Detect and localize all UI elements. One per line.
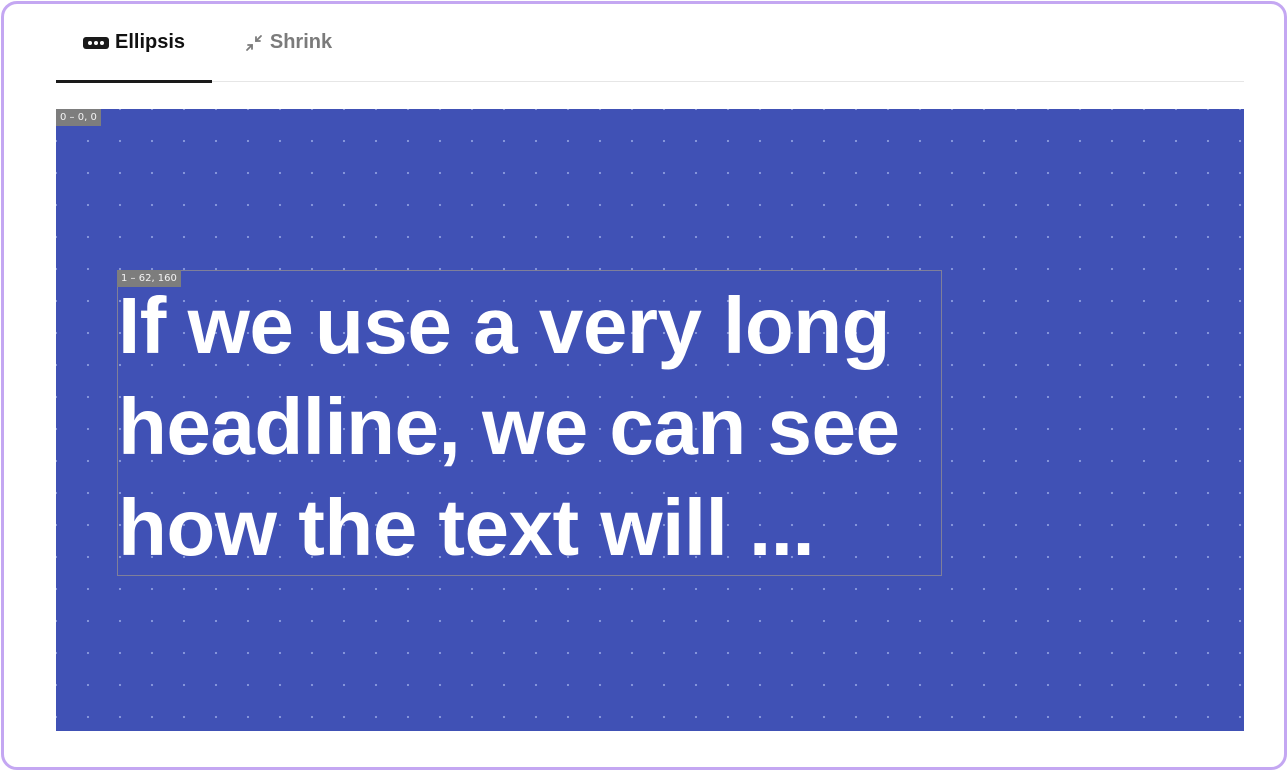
tab-ellipsis-label: Ellipsis [114,31,186,53]
canvas-stage[interactable]: 0 – 0, 0 1 – 62, 160 If we use a very lo… [56,109,1244,731]
text-frame[interactable]: 1 – 62, 160 If we use a very long headli… [117,270,942,576]
tab-ellipsis[interactable]: Ellipsis [56,4,212,83]
app-frame: Ellipsis Shrink 0 – 0, 0 1 – 62, 160 If … [1,1,1287,770]
headline-text: If we use a very long headline, we can s… [118,281,900,572]
tab-bar: Ellipsis Shrink [56,4,1244,83]
tab-shrink-label: Shrink [269,31,333,53]
shrink-icon [244,33,264,53]
tab-shrink[interactable]: Shrink [228,4,348,81]
ellipsis-icon [82,36,109,49]
canvas-frame-label: 0 – 0, 0 [56,109,101,126]
